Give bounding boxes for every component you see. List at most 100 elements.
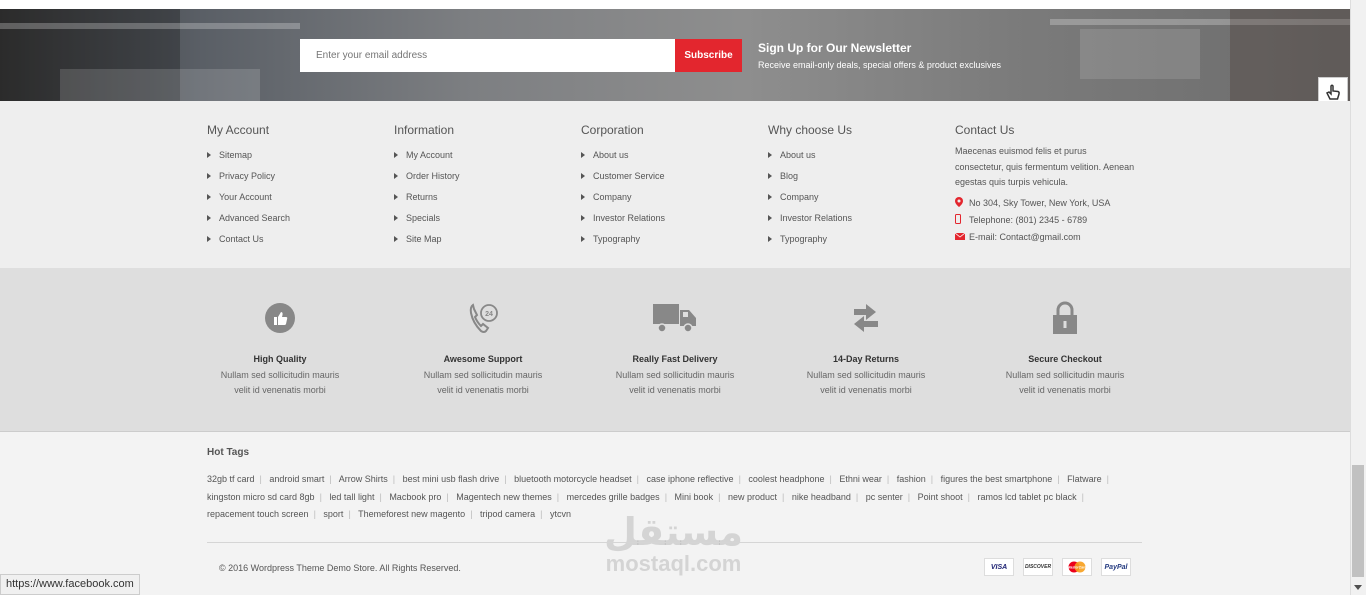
footer-link[interactable]: Typography <box>581 232 665 253</box>
footer-link[interactable]: Your Account <box>207 190 290 211</box>
feature-description: Nullam sed sollicitudin mauris velit id v… <box>423 370 543 395</box>
discover-icon: DISCOVER <box>1023 558 1053 576</box>
footer-link[interactable]: Company <box>581 190 665 211</box>
tag-link[interactable]: Point shoot <box>918 492 963 502</box>
svg-text:MasterCard: MasterCard <box>1067 566 1087 570</box>
tag-link[interactable]: new product <box>728 492 777 502</box>
watermark: مستقل mostaql.com <box>604 510 743 576</box>
feature-title: Really Fast Delivery <box>632 354 718 364</box>
tag-link[interactable]: ytcvn <box>550 509 571 519</box>
tag-link[interactable]: bluetooth motorcycle headset <box>514 474 632 484</box>
lock-icon <box>1053 301 1077 334</box>
tag-link[interactable]: Flatware <box>1067 474 1102 484</box>
svg-text:24: 24 <box>485 311 493 318</box>
footer-column-contact: Contact Us Maecenas euismod felis et pur… <box>954 123 1135 246</box>
tag-link[interactable]: Ethni wear <box>839 474 882 484</box>
footer-link[interactable]: Specials <box>394 211 460 232</box>
tag-link[interactable]: android smart <box>269 474 324 484</box>
footer-link[interactable]: Investor Relations <box>768 211 852 232</box>
footer-links-section <box>0 101 1350 268</box>
tag-link[interactable]: repacement touch screen <box>207 509 309 519</box>
tag-link[interactable]: Themeforest new magento <box>358 509 465 519</box>
tag-link[interactable]: coolest headphone <box>748 474 824 484</box>
footer-link[interactable]: Customer Service <box>581 169 665 190</box>
footer-link[interactable]: About us <box>581 148 665 169</box>
tag-link[interactable]: ramos lcd tablet pc black <box>978 492 1077 502</box>
truck-icon <box>653 304 696 333</box>
tag-link[interactable]: Mini book <box>675 492 714 502</box>
feature-description: Nullam sed sollicitudin mauris velit id v… <box>220 370 340 395</box>
feature-title: Secure Checkout <box>1028 354 1102 364</box>
tag-link[interactable]: kingston micro sd card 8gb <box>207 492 315 502</box>
footer-column-corporation: Corporation About us Customer Service Co… <box>581 123 665 253</box>
thumbs-up-icon <box>265 303 295 333</box>
column-title: Contact Us <box>955 123 1015 137</box>
visa-icon: VISA <box>984 558 1014 576</box>
envelope-icon <box>954 232 969 242</box>
tag-link[interactable]: Magentech new themes <box>456 492 552 502</box>
footer-link[interactable]: Company <box>768 190 852 211</box>
feature-awesome-support: 24 Awesome Support Nullam sed sollicitud… <box>403 300 563 398</box>
tag-link[interactable]: figures the best smartphone <box>941 474 1053 484</box>
tag-link[interactable]: tripod camera <box>480 509 535 519</box>
footer-column-why-choose-us: Why choose Us About us Blog Company Inve… <box>768 123 852 253</box>
contact-email-text[interactable]: E-mail: Contact@gmail.com <box>969 232 1081 242</box>
newsletter-subtitle: Receive email-only deals, special offers… <box>758 60 1001 70</box>
feature-title: High Quality <box>253 354 307 364</box>
footer-divider <box>207 542 1142 543</box>
footer-link[interactable]: Site Map <box>394 232 460 253</box>
footer-link[interactable]: Advanced Search <box>207 211 290 232</box>
newsletter-email-input[interactable] <box>300 39 675 72</box>
tag-link[interactable]: sport <box>323 509 343 519</box>
feature-description: Nullam sed sollicitudin mauris velit id v… <box>1005 370 1125 395</box>
feature-secure-checkout: Secure Checkout Nullam sed sollicitudin … <box>985 300 1145 398</box>
paypal-icon: PayPal <box>1101 558 1131 576</box>
arrow-down-icon <box>1354 585 1362 590</box>
tag-link[interactable]: case iphone reflective <box>647 474 734 484</box>
contact-address-text: No 304, Sky Tower, New York, USA <box>969 198 1111 208</box>
contact-description: Maecenas euismod felis et purus consecte… <box>955 146 1135 187</box>
scrollbar-thumb[interactable] <box>1352 465 1364 577</box>
exchange-arrows-icon <box>854 304 878 332</box>
tag-link[interactable]: Macbook pro <box>389 492 441 502</box>
footer-link[interactable]: Investor Relations <box>581 211 665 232</box>
feature-title: 14-Day Returns <box>832 354 900 364</box>
tag-link[interactable]: fashion <box>897 474 926 484</box>
scroll-down-button[interactable] <box>1350 580 1366 595</box>
column-title: Information <box>394 123 455 137</box>
footer-link[interactable]: Sitemap <box>207 148 290 169</box>
tag-link[interactable]: pc senter <box>866 492 903 502</box>
tag-link[interactable]: Arrow Shirts <box>339 474 388 484</box>
footer-link[interactable]: Privacy Policy <box>207 169 290 190</box>
tag-link[interactable]: best mini usb flash drive <box>403 474 500 484</box>
hand-pointer-icon <box>1325 84 1340 100</box>
mastercard-icon: MasterCard <box>1062 558 1092 576</box>
footer-column-my-account: My Account Sitemap Privacy Policy Your A… <box>207 123 290 253</box>
top-edge <box>0 0 1350 9</box>
footer-link[interactable]: Contact Us <box>207 232 290 253</box>
contact-email: E-mail: Contact@gmail.com <box>954 229 1135 246</box>
map-marker-icon <box>955 197 969 209</box>
contact-address: No 304, Sky Tower, New York, USA <box>955 195 1135 212</box>
subscribe-button[interactable]: Subscribe <box>675 39 742 72</box>
column-title: Corporation <box>581 123 644 137</box>
feature-title: Awesome Support <box>443 354 523 364</box>
tag-link[interactable]: led tall light <box>329 492 374 502</box>
newsletter-title: Sign Up for Our Newsletter <box>758 41 912 55</box>
column-title: My Account <box>207 123 270 137</box>
mobile-phone-icon <box>955 214 969 226</box>
copyright-text: © 2016 Wordpress Theme Demo Store. All R… <box>219 563 461 573</box>
tag-link[interactable]: 32gb tf card <box>207 474 255 484</box>
footer-link[interactable]: Blog <box>768 169 852 190</box>
tag-link[interactable]: nike headband <box>792 492 851 502</box>
hot-tags-title: Hot Tags <box>207 447 250 458</box>
footer-link[interactable]: About us <box>768 148 852 169</box>
feature-description: Nullam sed sollicitudin mauris velit id v… <box>806 370 926 395</box>
footer-link[interactable]: Returns <box>394 190 460 211</box>
footer-link[interactable]: Typography <box>768 232 852 253</box>
footer-column-information: Information My Account Order History Ret… <box>394 123 460 253</box>
support-24-icon: 24 <box>469 303 498 333</box>
footer-link[interactable]: Order History <box>394 169 460 190</box>
footer-link[interactable]: My Account <box>394 148 460 169</box>
tag-link[interactable]: mercedes grille badges <box>567 492 660 502</box>
